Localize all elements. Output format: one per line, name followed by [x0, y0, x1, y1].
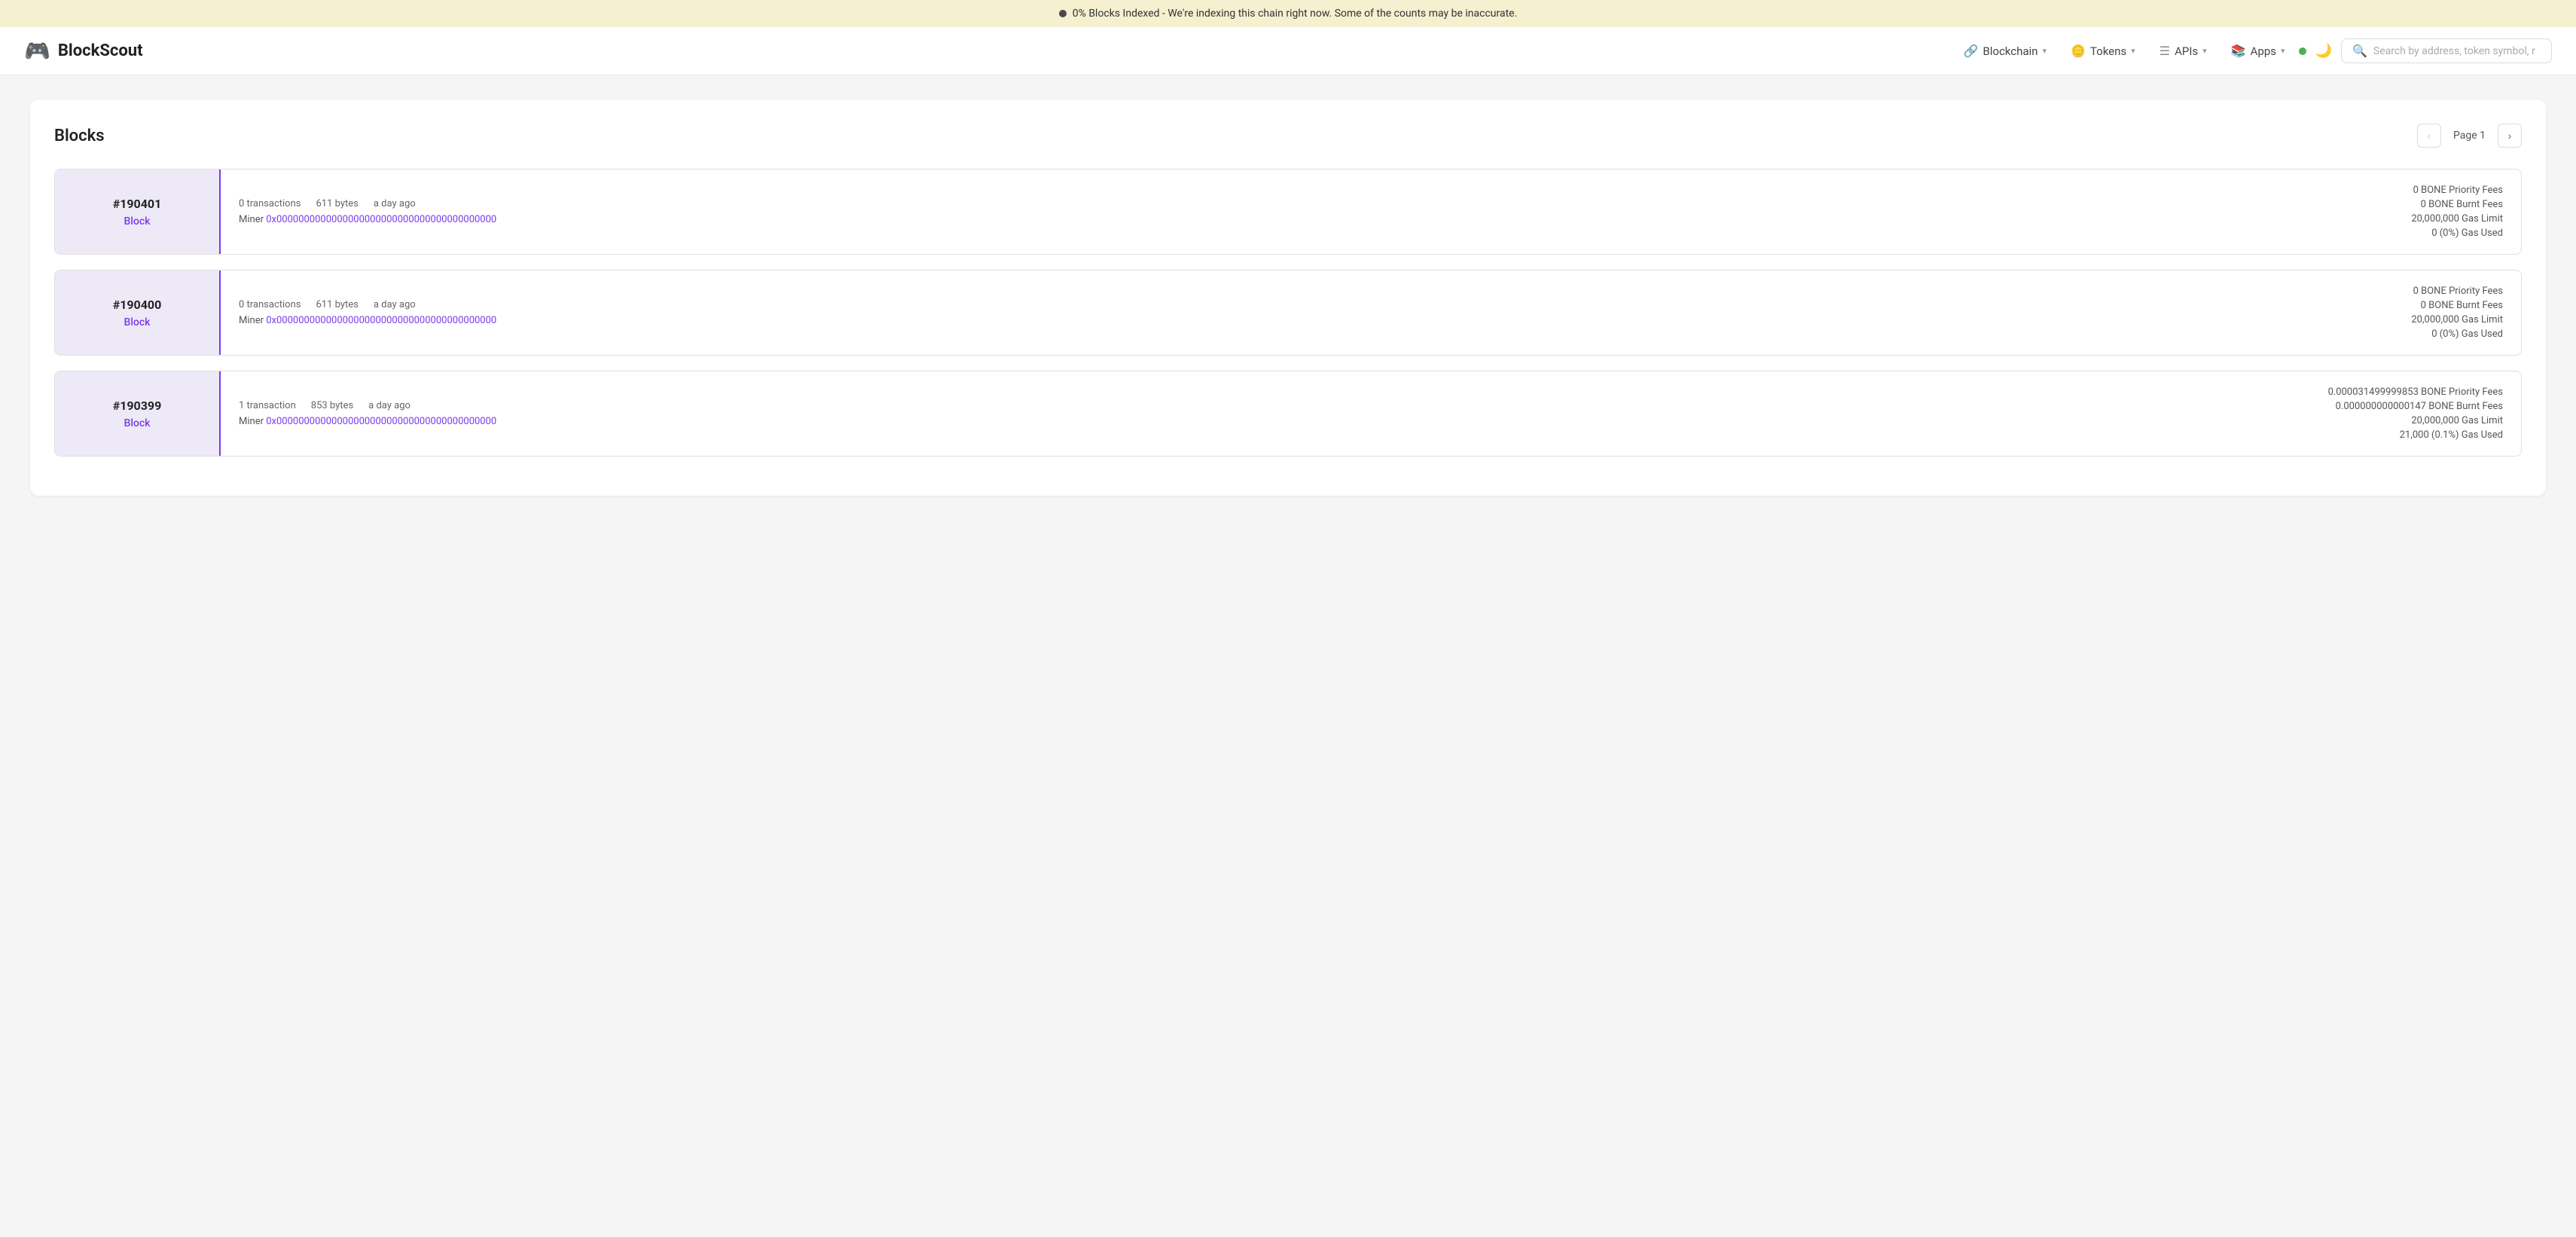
search-box[interactable]: 🔍 Search by address, token symbol, r [2341, 38, 2552, 63]
block-details-col: 1 transaction 853 bytes a day ago Miner … [221, 371, 2310, 456]
burnt-fees: 0.000000000000147 BONE Burnt Fees [2336, 401, 2503, 412]
theme-toggle-icon[interactable]: 🌙 [2309, 37, 2338, 65]
blockchain-label: Blockchain [1983, 44, 2038, 58]
block-time: a day ago [374, 198, 416, 209]
priority-fees: 0 BONE Priority Fees [2413, 185, 2503, 196]
tokens-chevron-icon: ▾ [2131, 46, 2135, 56]
block-transactions: 0 transactions [239, 198, 301, 209]
next-page-button[interactable]: › [2498, 124, 2522, 148]
apis-chevron-icon: ▾ [2202, 46, 2207, 56]
block-label-col: #190401 Block [55, 170, 221, 254]
page-title: Blocks [54, 127, 105, 145]
block-fees-col: 0 BONE Priority Fees 0 BONE Burnt Fees 2… [2310, 270, 2521, 355]
block-item: #190400 Block 0 transactions 611 bytes a… [54, 270, 2522, 356]
gas-used: 0 (0%) Gas Used [2431, 328, 2503, 340]
page-label: Page 1 [2447, 130, 2492, 142]
block-number: #190399 [113, 399, 162, 413]
tokens-label: Tokens [2090, 44, 2126, 58]
gas-limit: 20,000,000 Gas Limit [2411, 314, 2503, 325]
main-content: Blocks ‹ Page 1 › #190401 Block 0 transa… [0, 75, 2576, 520]
block-item: #190401 Block 0 transactions 611 bytes a… [54, 169, 2522, 255]
block-miner: Miner 0x00000000000000000000000000000000… [239, 315, 2292, 326]
gas-used: 0 (0%) Gas Used [2431, 228, 2503, 239]
blockchain-icon: 🔗 [1964, 44, 1979, 58]
block-meta: 0 transactions 611 bytes a day ago [239, 198, 2292, 209]
apis-icon: ☰ [2159, 44, 2170, 58]
card-header: Blocks ‹ Page 1 › [54, 124, 2522, 148]
nav-item-apps[interactable]: 📚 Apps ▾ [2220, 38, 2296, 64]
block-meta: 0 transactions 611 bytes a day ago [239, 299, 2292, 310]
burnt-fees: 0 BONE Burnt Fees [2421, 199, 2503, 210]
block-word: Block [124, 316, 151, 328]
burnt-fees: 0 BONE Burnt Fees [2421, 300, 2503, 311]
block-details-col: 0 transactions 611 bytes a day ago Miner… [221, 170, 2310, 254]
nav-item-blockchain[interactable]: 🔗 Blockchain ▾ [1953, 38, 2058, 64]
indexing-banner: 0% Blocks Indexed - We're indexing this … [0, 0, 2576, 27]
block-transactions: 0 transactions [239, 299, 301, 310]
priority-fees: 0 BONE Priority Fees [2413, 286, 2503, 297]
block-miner: Miner 0x00000000000000000000000000000000… [239, 214, 2292, 225]
apps-icon: 📚 [2231, 44, 2246, 58]
apps-chevron-icon: ▾ [2281, 46, 2285, 56]
block-bytes: 853 bytes [311, 400, 353, 411]
logo-icon: 🎮 [24, 38, 50, 63]
search-placeholder-text: Search by address, token symbol, r [2373, 45, 2535, 57]
banner-message: 0% Blocks Indexed - We're indexing this … [1073, 8, 1518, 20]
block-fees-col: 0.000031499999853 BONE Priority Fees 0.0… [2310, 371, 2521, 456]
block-number: #190400 [113, 298, 162, 312]
block-meta: 1 transaction 853 bytes a day ago [239, 400, 2292, 411]
banner-dot [1059, 10, 1067, 17]
miner-address-link[interactable]: 0x00000000000000000000000000000000000000… [266, 315, 496, 326]
gas-limit: 20,000,000 Gas Limit [2411, 213, 2503, 224]
navbar: 🎮 BlockScout 🔗 Blockchain ▾ 🪙 Tokens ▾ ☰… [0, 27, 2576, 75]
block-number: #190401 [113, 197, 162, 211]
pagination: ‹ Page 1 › [2417, 124, 2522, 148]
block-transactions: 1 transaction [239, 400, 296, 411]
blocks-card: Blocks ‹ Page 1 › #190401 Block 0 transa… [30, 99, 2546, 496]
block-list: #190401 Block 0 transactions 611 bytes a… [54, 169, 2522, 472]
nav-item-apis[interactable]: ☰ APIs ▾ [2149, 38, 2217, 64]
logo-text: BlockScout [58, 41, 143, 60]
block-bytes: 611 bytes [316, 299, 359, 310]
priority-fees: 0.000031499999853 BONE Priority Fees [2328, 386, 2503, 398]
logo[interactable]: 🎮 BlockScout [24, 38, 143, 63]
nav-links: 🔗 Blockchain ▾ 🪙 Tokens ▾ ☰ APIs ▾ 📚 App… [1953, 37, 2552, 65]
prev-page-button[interactable]: ‹ [2417, 124, 2441, 148]
block-label-col: #190399 Block [55, 371, 221, 456]
miner-address-link[interactable]: 0x00000000000000000000000000000000000000… [266, 416, 496, 427]
block-fees-col: 0 BONE Priority Fees 0 BONE Burnt Fees 2… [2310, 170, 2521, 254]
apps-label: Apps [2251, 44, 2276, 58]
network-status-dot [2299, 47, 2306, 55]
block-time: a day ago [368, 400, 411, 411]
block-miner: Miner 0x00000000000000000000000000000000… [239, 416, 2292, 427]
block-word: Block [124, 417, 151, 429]
blockchain-chevron-icon: ▾ [2043, 46, 2047, 56]
nav-item-tokens[interactable]: 🪙 Tokens ▾ [2060, 38, 2146, 64]
tokens-icon: 🪙 [2071, 44, 2086, 58]
block-bytes: 611 bytes [316, 198, 359, 209]
block-details-col: 0 transactions 611 bytes a day ago Miner… [221, 270, 2310, 355]
gas-limit: 20,000,000 Gas Limit [2411, 415, 2503, 426]
gas-used: 21,000 (0.1%) Gas Used [2400, 429, 2503, 441]
search-icon: 🔍 [2352, 44, 2367, 58]
block-item: #190399 Block 1 transaction 853 bytes a … [54, 371, 2522, 457]
block-word: Block [124, 215, 151, 228]
miner-address-link[interactable]: 0x00000000000000000000000000000000000000… [266, 214, 496, 225]
block-label-col: #190400 Block [55, 270, 221, 355]
block-time: a day ago [374, 299, 416, 310]
apis-label: APIs [2175, 44, 2198, 58]
